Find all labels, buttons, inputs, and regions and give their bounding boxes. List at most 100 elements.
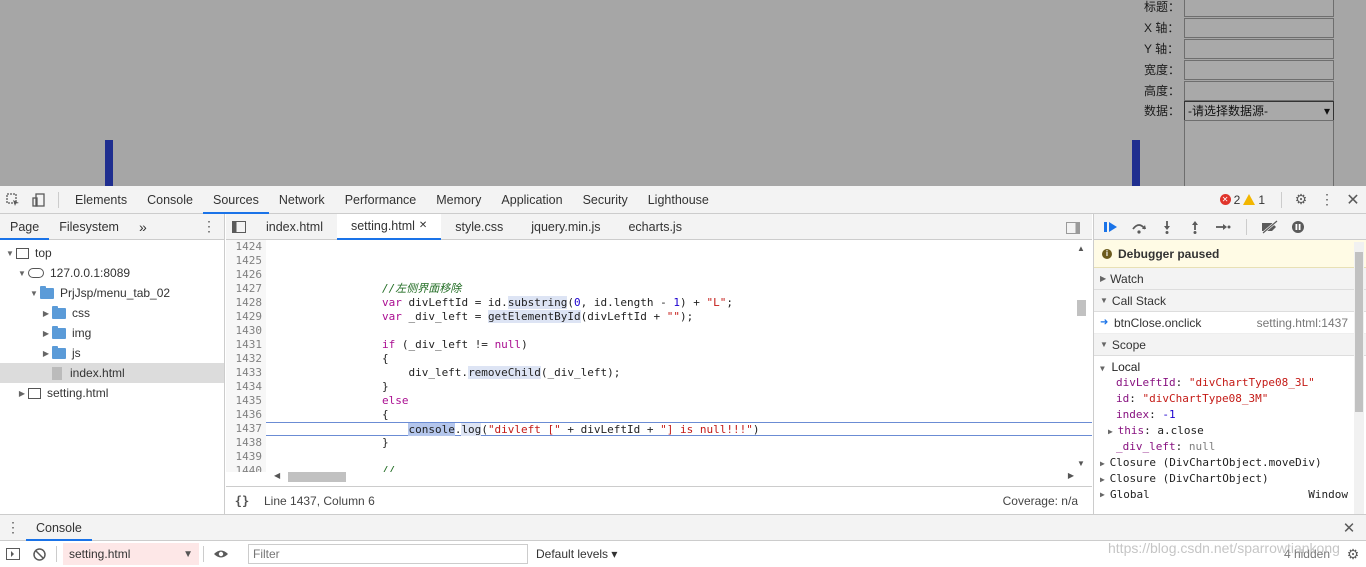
line-number[interactable]: 1430 bbox=[226, 324, 266, 338]
frame-location[interactable]: setting.html:1437 bbox=[1257, 316, 1366, 330]
step-into-icon[interactable] bbox=[1156, 217, 1178, 237]
console-settings-gear-icon[interactable]: ⚙ bbox=[1340, 540, 1366, 567]
tree-item[interactable]: index.html bbox=[0, 363, 224, 383]
tree-item[interactable]: ▼ 127.0.0.1:8089 bbox=[0, 263, 224, 283]
more-menu-icon[interactable]: ⋮ bbox=[1314, 186, 1340, 214]
scope-closure[interactable]: ▶ Closure (DivChartObject) bbox=[1094, 471, 1366, 487]
line-number[interactable]: 1426 bbox=[226, 268, 266, 282]
code-area[interactable]: 1424 1425 1426 1427 //左侧界面移除 1428 var divLef… bbox=[226, 240, 1092, 472]
editor-tab[interactable]: jquery.min.js bbox=[517, 214, 614, 240]
line-number[interactable]: 1436 bbox=[226, 408, 266, 422]
scroll-up-icon[interactable]: ▲ bbox=[1077, 244, 1085, 253]
tree-item[interactable]: ▶ setting.html bbox=[0, 383, 224, 403]
y-axis-input[interactable] bbox=[1184, 38, 1334, 59]
line-number[interactable]: 1438 bbox=[226, 436, 266, 450]
log-levels-dropdown[interactable]: Default levels ▾ bbox=[536, 547, 617, 561]
console-sidebar-icon[interactable] bbox=[0, 540, 26, 567]
tree-item[interactable]: ▶ js bbox=[0, 343, 224, 363]
tab-network[interactable]: Network bbox=[269, 186, 335, 214]
tab-performance[interactable]: Performance bbox=[335, 186, 427, 214]
console-filter-input[interactable] bbox=[248, 544, 528, 564]
x-axis-input[interactable] bbox=[1184, 17, 1334, 38]
line-number[interactable]: 1433 bbox=[226, 366, 266, 380]
scope-variable[interactable]: index: -1 bbox=[1094, 407, 1366, 423]
navigator-menu-icon[interactable]: ⋮ bbox=[202, 218, 224, 235]
tab-memory[interactable]: Memory bbox=[426, 186, 491, 214]
step-over-icon[interactable] bbox=[1128, 217, 1150, 237]
close-drawer-icon[interactable]: ✕ bbox=[1336, 514, 1362, 542]
scroll-down-icon[interactable]: ▼ bbox=[1077, 459, 1085, 468]
vertical-scroll-thumb[interactable] bbox=[1077, 300, 1086, 316]
issues-badge[interactable]: ✕ 2 1 bbox=[1219, 193, 1265, 207]
width-input[interactable] bbox=[1184, 59, 1334, 80]
editor-tab[interactable]: index.html bbox=[252, 214, 337, 240]
pretty-print-button[interactable]: {} bbox=[226, 494, 258, 508]
line-number[interactable]: 1424 bbox=[226, 240, 266, 254]
step-out-icon[interactable] bbox=[1184, 217, 1206, 237]
line-number[interactable]: 1434 bbox=[226, 380, 266, 394]
title-input[interactable] bbox=[1184, 0, 1334, 17]
data-source-select[interactable]: -请选择数据源- ▾ bbox=[1184, 100, 1334, 121]
section-watch[interactable]: ▶ Watch bbox=[1094, 268, 1366, 290]
gear-icon[interactable]: ⚙ bbox=[1288, 186, 1314, 214]
line-number[interactable]: 1429 bbox=[226, 310, 266, 324]
line-number[interactable]: 1431 bbox=[226, 338, 266, 352]
sidebar-scroll-thumb[interactable] bbox=[1355, 252, 1363, 412]
drawer-menu-icon[interactable]: ⋮ bbox=[0, 514, 26, 542]
line-number[interactable]: 1432 bbox=[226, 352, 266, 366]
section-scope[interactable]: ▼ Scope bbox=[1094, 334, 1366, 356]
close-tab-icon[interactable]: ✕ bbox=[419, 213, 427, 239]
tree-item[interactable]: ▼ PrjJsp/menu_tab_02 bbox=[0, 283, 224, 303]
tree-item[interactable]: ▶ css bbox=[0, 303, 224, 323]
tab-lighthouse[interactable]: Lighthouse bbox=[638, 186, 719, 214]
height-input[interactable] bbox=[1184, 80, 1334, 101]
line-number[interactable]: 1439 bbox=[226, 450, 266, 464]
pause-on-exceptions-icon[interactable] bbox=[1287, 217, 1309, 237]
scope-variable[interactable]: ▶ this: a.close bbox=[1094, 423, 1366, 439]
tab-filesystem[interactable]: Filesystem bbox=[49, 214, 129, 240]
inspect-element-icon[interactable] bbox=[0, 186, 26, 214]
tab-console[interactable]: Console bbox=[137, 186, 203, 214]
line-number[interactable]: 1435 bbox=[226, 394, 266, 408]
resume-icon[interactable] bbox=[1100, 217, 1122, 237]
live-expression-eye-icon[interactable] bbox=[208, 540, 234, 567]
scope-global[interactable]: ▶ Global Window bbox=[1094, 487, 1366, 503]
tab-application[interactable]: Application bbox=[491, 186, 572, 214]
toggle-navigator-icon[interactable] bbox=[226, 213, 252, 241]
scope-variable[interactable]: _div_left: null bbox=[1094, 439, 1366, 455]
line-number[interactable]: 1425 bbox=[226, 254, 266, 268]
tab-elements[interactable]: Elements bbox=[65, 186, 137, 214]
line-number[interactable]: 1437 bbox=[226, 422, 266, 436]
scroll-right-icon[interactable]: ▶ bbox=[1068, 471, 1074, 480]
scope-closure[interactable]: ▶ Closure (DivChartObject.moveDiv) bbox=[1094, 455, 1366, 471]
horizontal-scrollbar[interactable]: ◀ ▶ bbox=[270, 470, 1074, 484]
scope-variable[interactable]: divLeftId: "divChartType08_3L" bbox=[1094, 375, 1366, 391]
tab-security[interactable]: Security bbox=[573, 186, 638, 214]
step-icon[interactable] bbox=[1212, 217, 1234, 237]
toggle-debugger-icon[interactable] bbox=[1060, 214, 1086, 242]
line-number[interactable]: 1440 bbox=[226, 464, 266, 472]
context-select[interactable]: setting.html ▼ bbox=[63, 543, 199, 565]
tree-item[interactable]: ▶ img bbox=[0, 323, 224, 343]
tree-item[interactable]: ▼ top bbox=[0, 243, 224, 263]
tab-sources[interactable]: Sources bbox=[202, 186, 269, 214]
line-number[interactable]: 1428 bbox=[226, 296, 266, 310]
tab-console-drawer[interactable]: Console bbox=[26, 515, 92, 541]
clear-console-icon[interactable] bbox=[26, 540, 52, 567]
device-toolbar-icon[interactable] bbox=[26, 186, 52, 214]
editor-tab[interactable]: setting.html ✕ bbox=[336, 213, 442, 240]
scope-variable[interactable]: id: "divChartType08_3M" bbox=[1094, 391, 1366, 407]
data-textarea[interactable] bbox=[1184, 120, 1334, 186]
sidebar-scrollbar[interactable] bbox=[1354, 242, 1364, 514]
close-devtools-icon[interactable]: ✕ bbox=[1340, 186, 1366, 214]
editor-tab[interactable]: echarts.js bbox=[614, 214, 696, 240]
call-frame[interactable]: ➜ btnClose.onclick setting.html:1437 bbox=[1094, 312, 1366, 334]
editor-tab[interactable]: style.css bbox=[441, 214, 517, 240]
more-tabs-icon[interactable]: » bbox=[129, 214, 157, 240]
section-call-stack[interactable]: ▼ Call Stack bbox=[1094, 290, 1366, 312]
horizontal-scroll-thumb[interactable] bbox=[288, 472, 346, 482]
tab-page[interactable]: Page bbox=[0, 214, 50, 240]
line-number[interactable]: 1427 bbox=[226, 282, 266, 296]
scroll-left-icon[interactable]: ◀ bbox=[274, 471, 280, 480]
vertical-scrollbar[interactable]: ▲ ▼ bbox=[1076, 244, 1086, 468]
